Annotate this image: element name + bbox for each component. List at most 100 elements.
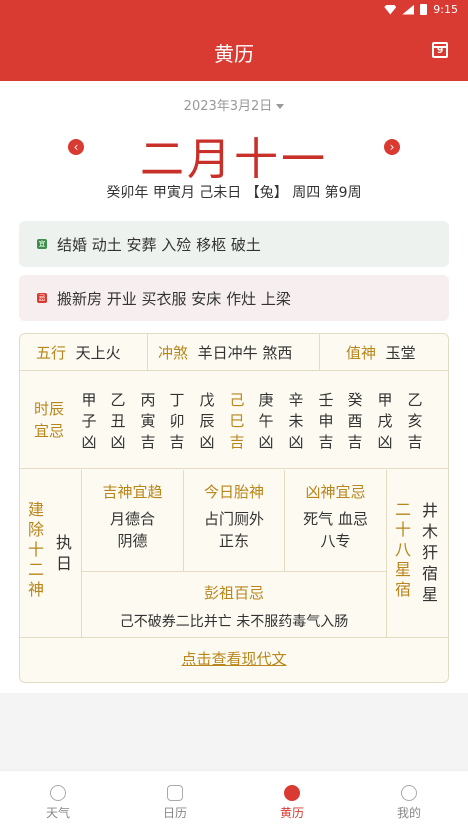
shichen-luck: 凶 <box>288 433 304 451</box>
lunar-date: 二月十一 <box>140 134 328 185</box>
profile-icon <box>401 785 417 801</box>
shichen-luck: 吉 <box>169 433 185 451</box>
shichen-gan: 甲 <box>377 391 393 409</box>
nav-profile-label: 我的 <box>396 806 421 820</box>
yi-tag: 宜 <box>37 239 47 249</box>
xiongshen-value-1: 死气 血忌 <box>303 510 368 528</box>
shichen-luck: 吉 <box>229 433 245 451</box>
zhishen-label: 值神 <box>346 343 377 362</box>
shichen-gan: 癸 <box>347 391 363 409</box>
shichen-gan: 甲 <box>81 391 97 409</box>
yi-text: 结婚 动土 安葬 入殓 移柩 破土 <box>57 235 261 254</box>
signal-icon <box>402 4 415 15</box>
shichen-zhi: 亥 <box>407 412 423 430</box>
shichen-luck: 吉 <box>347 433 363 451</box>
shichen-zhi: 午 <box>258 412 274 430</box>
shichen-luck: 凶 <box>377 433 393 451</box>
pengzu-label: 彭祖百忌 <box>203 584 264 602</box>
date-selector[interactable]: 2023年3月2日 <box>0 95 468 114</box>
shichen-luck: 凶 <box>199 433 215 451</box>
jianchu-value: 执日 <box>55 533 72 573</box>
ganzhi-line: 癸卯年 甲寅月 己未日 【兔】 周四 第9周 <box>106 185 362 201</box>
shichen-gan: 己 <box>229 391 245 409</box>
jianchu-cell: 建除十二神 执日 <box>20 470 82 637</box>
taishen-cell: 今日胎神 占门厕外 正东 <box>184 470 285 571</box>
shichen-zhi: 酉 <box>347 412 363 430</box>
nav-profile[interactable]: 我的 <box>379 779 439 821</box>
zhishen-value: 玉堂 <box>385 343 416 362</box>
chongsha-cell: 冲煞 羊日冲牛 煞西 <box>148 334 320 371</box>
yi-box: 宜 结婚 动土 安葬 入殓 移柩 破土 <box>19 221 449 267</box>
shichen-gan: 乙 <box>407 391 423 409</box>
shichen-zhi: 寅 <box>140 412 156 430</box>
shichen-luck: 凶 <box>258 433 274 451</box>
chongsha-value: 羊日冲牛 煞西 <box>197 343 293 362</box>
shichen-zhi: 子 <box>81 412 97 430</box>
shichen-zhi: 卯 <box>169 412 185 430</box>
shichen-luck: 吉 <box>318 433 334 451</box>
taishen-value-2: 正东 <box>218 532 249 550</box>
shichen-gan: 辛 <box>288 391 304 409</box>
taishen-value-1: 占门厕外 <box>203 510 264 528</box>
nav-calendar[interactable]: 日历 <box>145 779 205 821</box>
modern-text-link[interactable]: 点击查看现代文 <box>20 637 448 682</box>
nav-weather-label: 天气 <box>45 806 70 820</box>
shichen-zhi: 丑 <box>110 412 126 430</box>
page-title: 黄历 <box>214 42 254 66</box>
shichen-zhi: 巳 <box>229 412 245 430</box>
nav-calendar-label: 日历 <box>162 806 187 820</box>
nav-almanac-label: 黄历 <box>279 806 304 820</box>
shichen-gan: 壬 <box>318 391 334 409</box>
shichen-gan: 乙 <box>110 391 126 409</box>
shichen-gan: 丙 <box>140 391 156 409</box>
calendar-icon <box>167 785 183 801</box>
xiu-value: 井木犴宿星 <box>421 501 438 604</box>
xiongshen-label: 凶神宜忌 <box>305 483 366 501</box>
wuxing-label: 五行 <box>36 343 67 362</box>
shichen-zhi: 辰 <box>199 412 215 430</box>
today-calendar-label: 9 <box>437 46 444 56</box>
shichen-section: 时辰 宜忌 甲子凶 乙丑凶 丙寅吉 丁卯吉 戊辰凶 己巳吉 庚午凶 辛未凶 壬申吉… <box>20 371 448 469</box>
taishen-label: 今日胎神 <box>203 483 264 501</box>
ji-tag: 忌 <box>37 293 47 303</box>
jishen-value-2: 阴德 <box>117 532 148 550</box>
shichen-gan: 戊 <box>199 391 215 409</box>
status-bar: 9:15 <box>384 3 458 16</box>
almanac-card: 2023年3月2日 ‹ › 二月十一 癸卯年 甲寅月 己未日 【兔】 周四 第9… <box>0 81 468 693</box>
shichen-luck: 凶 <box>110 433 126 451</box>
shichen-zhi: 申 <box>318 412 334 430</box>
ji-text: 搬新房 开业 买衣服 安床 作灶 上梁 <box>57 289 291 308</box>
today-calendar-button[interactable]: 9 <box>432 42 448 58</box>
wifi-icon <box>384 4 397 15</box>
nav-weather[interactable]: 天气 <box>28 779 88 821</box>
shichen-label: 时辰 宜忌 <box>34 400 65 440</box>
jishen-cell: 吉神宜趋 月德合 阴德 <box>82 470 184 571</box>
nav-almanac[interactable]: 黄历 <box>262 779 322 821</box>
shichen-zhi: 未 <box>288 412 304 430</box>
zhishen-cell: 值神 玉堂 <box>320 334 448 371</box>
wuxing-value: 天上火 <box>75 343 121 362</box>
shichen-gan: 丁 <box>169 391 185 409</box>
jianchu-label: 建除十二神 <box>27 500 44 599</box>
chongsha-label: 冲煞 <box>158 343 189 362</box>
jishen-value-1: 月德合 <box>109 510 155 528</box>
wuxing-cell: 五行 天上火 <box>20 334 148 371</box>
almanac-table: 五行 天上火 冲煞 羊日冲牛 煞西 值神 玉堂 时辰 宜忌 甲子凶 乙丑凶 丙寅吉… <box>19 333 449 683</box>
ji-box: 忌 搬新房 开业 买衣服 安床 作灶 上梁 <box>19 275 449 321</box>
shichen-gan: 庚 <box>258 391 274 409</box>
shichen-luck: 吉 <box>407 433 423 451</box>
date-value: 2023年3月2日 <box>183 99 273 114</box>
shichen-luck: 凶 <box>81 433 97 451</box>
almanac-icon <box>284 785 300 801</box>
dropdown-arrow-icon <box>276 104 285 109</box>
xiu-label: 二十八星宿 <box>394 500 411 599</box>
battery-icon <box>420 4 428 15</box>
cloud-icon <box>50 785 66 801</box>
xiongshen-value-2: 八专 <box>320 532 351 550</box>
spirits-section: 建除十二神 执日 吉神宜趋 月德合 阴德 今日胎神 占门厕外 正东 凶神宜忌 死… <box>20 470 448 637</box>
shichen-luck: 吉 <box>140 433 156 451</box>
bottom-nav: 天气 日历 黄历 我的 <box>0 770 468 833</box>
status-time: 9:15 <box>433 3 458 16</box>
pengzu-cell: 彭祖百忌 己不破券二比并亡 未不服药毒气入肠 <box>82 571 386 637</box>
shichen-zhi: 戌 <box>377 412 393 430</box>
